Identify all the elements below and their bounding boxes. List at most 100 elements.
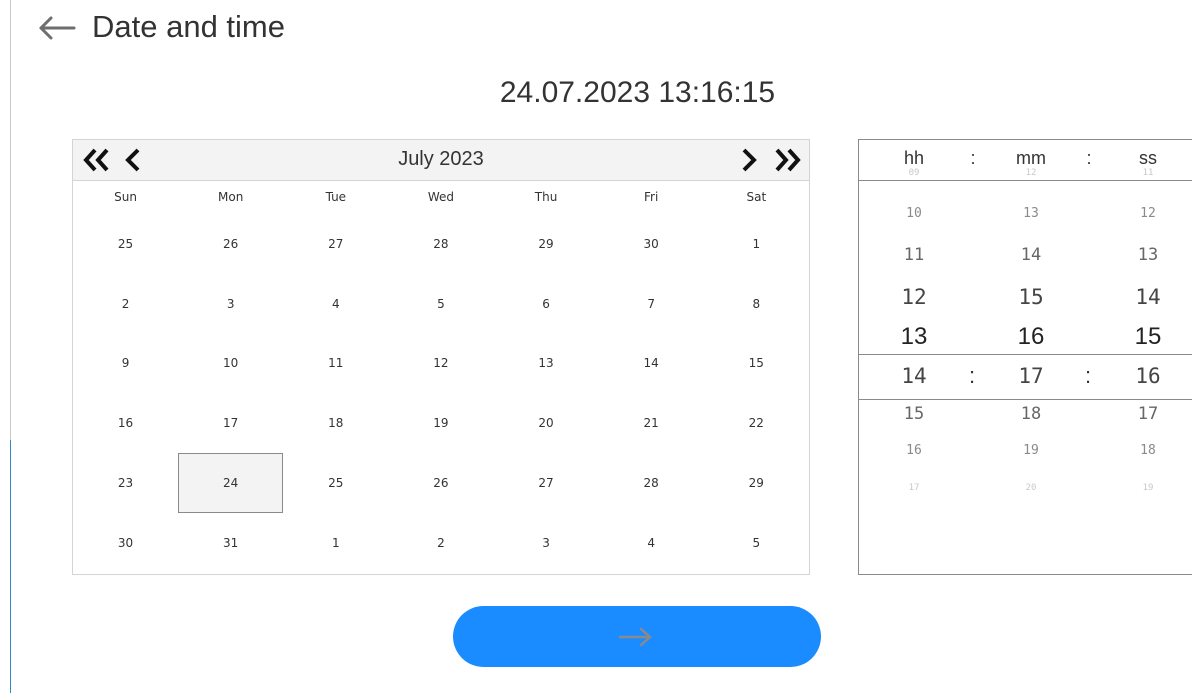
calendar-day[interactable]: 18 [283, 393, 388, 453]
seconds-option[interactable]: 15 [1108, 323, 1188, 351]
calendar-day[interactable]: 12 [388, 334, 493, 394]
calendar-day[interactable]: 28 [599, 453, 704, 513]
arrow-right-icon [618, 627, 652, 647]
calendar-header: July 2023 [73, 140, 809, 181]
weekday-label: Sun [114, 190, 137, 204]
calendar-day[interactable]: 3 [178, 274, 283, 334]
double-chevron-right-icon [775, 148, 801, 172]
calendar-day[interactable]: 26 [178, 214, 283, 274]
calendar-day[interactable]: 16 [73, 393, 178, 453]
minutes-option[interactable]: 16 [991, 323, 1071, 351]
hours-option[interactable]: 17 [874, 483, 954, 493]
calendar-day[interactable]: 27 [494, 453, 599, 513]
calendar-day[interactable]: 24 [178, 453, 284, 513]
calendar-day[interactable]: 30 [599, 214, 704, 274]
calendar-day[interactable]: 25 [283, 453, 388, 513]
calendar-day[interactable]: 1 [704, 214, 809, 274]
seconds-option[interactable]: 19 [1108, 483, 1188, 493]
month-label: July 2023 [398, 148, 484, 170]
calendar: July 2023 Sun Mon Tue Wed Thu Fri Sat 25… [72, 139, 810, 575]
weekday-label: Thu [534, 190, 558, 204]
seconds-option[interactable]: 16 [1108, 364, 1188, 388]
calendar-day[interactable]: 8 [704, 274, 809, 334]
minutes-option[interactable]: 18 [991, 404, 1071, 424]
next-month-button[interactable] [737, 144, 761, 176]
separator: : [1086, 148, 1092, 168]
minutes-option[interactable]: 15 [991, 285, 1071, 309]
calendar-day[interactable]: 20 [494, 393, 599, 453]
seconds-option[interactable]: 17 [1108, 404, 1188, 424]
separator: : [1085, 363, 1092, 388]
calendar-day[interactable]: 17 [178, 393, 283, 453]
calendar-day[interactable]: 29 [704, 453, 809, 513]
seconds-option[interactable]: 14 [1108, 285, 1188, 309]
calendar-day[interactable]: 10 [178, 334, 283, 394]
arrow-left-icon [39, 16, 76, 40]
weekday-row: Sun Mon Tue Wed Thu Fri Sat [73, 181, 809, 213]
calendar-day[interactable]: 3 [494, 513, 599, 573]
day-grid: 25 26 27 28 29 30 1 2 3 4 5 6 7 8 9 10 11 12 13 14 15 16 17 18 1… [73, 214, 809, 573]
weekday-label: Mon [218, 190, 244, 204]
seconds-option[interactable]: 12 [1108, 206, 1188, 221]
seconds-option[interactable]: 11 [1108, 168, 1188, 178]
hours-option[interactable]: 09 [874, 168, 954, 178]
calendar-day[interactable]: 5 [704, 513, 809, 573]
weekday-label: Wed [427, 190, 455, 204]
calendar-day[interactable]: 19 [388, 393, 493, 453]
calendar-day[interactable]: 22 [704, 393, 809, 453]
calendar-day[interactable]: 7 [599, 274, 704, 334]
left-edge-accent [10, 440, 11, 693]
minutes-option[interactable]: 13 [991, 206, 1071, 221]
calendar-day[interactable]: 9 [73, 334, 178, 394]
seconds-header: ss [1139, 148, 1157, 168]
minutes-option[interactable]: 12 [991, 168, 1071, 178]
weekday-label: Sat [746, 190, 767, 204]
back-button[interactable] [36, 10, 80, 46]
separator: : [970, 148, 976, 168]
calendar-day[interactable]: 28 [388, 214, 493, 274]
calendar-day[interactable]: 4 [283, 274, 388, 334]
hours-option[interactable]: 14 [874, 364, 954, 388]
minutes-option[interactable]: 19 [991, 443, 1071, 458]
calendar-day[interactable]: 27 [283, 214, 388, 274]
calendar-day[interactable]: 11 [283, 334, 388, 394]
weekday-label: Tue [325, 190, 347, 204]
seconds-option[interactable]: 18 [1108, 443, 1188, 458]
hours-option[interactable]: 13 [874, 323, 954, 351]
hours-option[interactable]: 15 [874, 404, 954, 424]
minutes-header: mm [1016, 148, 1046, 168]
calendar-day[interactable]: 6 [494, 274, 599, 334]
minutes-option[interactable]: 20 [991, 483, 1071, 493]
calendar-day[interactable]: 4 [599, 513, 704, 573]
calendar-day[interactable]: 13 [494, 334, 599, 394]
hours-header: hh [903, 148, 925, 168]
calendar-day[interactable]: 15 [704, 334, 809, 394]
hours-option[interactable]: 12 [874, 285, 954, 309]
weekday-label: Fri [644, 190, 659, 204]
calendar-day[interactable]: 29 [494, 214, 599, 274]
calendar-day[interactable]: 2 [73, 274, 178, 334]
calendar-day[interactable]: 26 [388, 453, 493, 513]
calendar-day[interactable]: 23 [73, 453, 178, 513]
hours-option[interactable]: 16 [874, 443, 954, 458]
calendar-day[interactable]: 2 [388, 513, 493, 573]
current-datetime: 24.07.2023 13:16:15 [499, 76, 776, 109]
time-picker: hh : mm : ss : : 09 10 11 12 13 14 15 16 17 12 13… [858, 139, 1192, 575]
calendar-day[interactable]: 21 [599, 393, 704, 453]
hours-option[interactable]: 10 [874, 206, 954, 221]
calendar-day[interactable]: 1 [283, 513, 388, 573]
seconds-option[interactable]: 13 [1108, 245, 1188, 265]
calendar-day[interactable]: 5 [388, 274, 493, 334]
calendar-day[interactable]: 30 [73, 513, 178, 573]
minutes-option[interactable]: 17 [991, 364, 1071, 388]
next-year-button[interactable] [771, 144, 803, 176]
separator: : [969, 363, 976, 388]
chevron-right-icon [742, 148, 757, 172]
confirm-button[interactable] [453, 606, 821, 667]
calendar-day[interactable]: 25 [73, 214, 178, 274]
calendar-day[interactable]: 31 [178, 513, 283, 573]
minutes-option[interactable]: 14 [991, 245, 1071, 265]
hours-option[interactable]: 11 [874, 245, 954, 265]
calendar-day[interactable]: 14 [599, 334, 704, 394]
page-title: Date and time [92, 9, 285, 44]
